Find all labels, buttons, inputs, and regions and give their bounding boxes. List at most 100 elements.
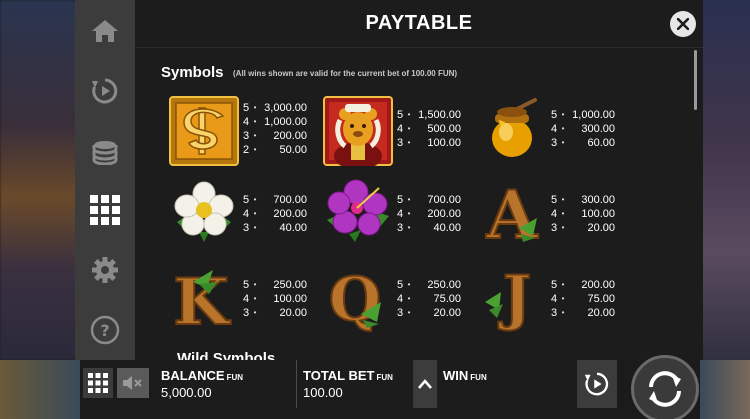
letter-j-icon: J xyxy=(485,262,532,334)
page-title: PAYTABLE xyxy=(365,12,473,34)
pay-value: 1,000.00 xyxy=(264,116,307,128)
home-icon xyxy=(92,20,118,42)
pay-row: 5 • 1,000.00 xyxy=(551,108,615,122)
pay-count: 3 xyxy=(243,130,250,142)
title-divider xyxy=(135,47,703,48)
pay-count: 3 xyxy=(243,222,250,234)
svg-text:?: ? xyxy=(100,321,109,340)
pay-row: 5 • 250.00 xyxy=(397,278,461,292)
pay-dot: • xyxy=(407,280,411,289)
paytable-honey-pot: 5 • 1,000.00 4 • 300.00 3 • 60.00 xyxy=(551,108,615,150)
balance-unit: FUN xyxy=(226,373,244,382)
total-bet-field: TOTAL BET FUN 100.00 xyxy=(297,360,413,408)
dollar-symbol-icon xyxy=(169,96,239,166)
pay-value: 40.00 xyxy=(433,222,461,234)
spin-button[interactable] xyxy=(631,355,699,419)
grid-menu-icon xyxy=(90,195,120,225)
menu-button[interactable] xyxy=(83,368,113,398)
pay-dot: • xyxy=(561,138,565,147)
grid-menu-icon xyxy=(88,373,108,393)
scrollbar-thumb[interactable] xyxy=(694,50,697,110)
settings-button[interactable] xyxy=(75,246,135,294)
pay-dot: • xyxy=(253,131,257,140)
pay-row: 3 • 40.00 xyxy=(397,221,461,235)
paytable-letter-j: 5 • 200.00 4 • 75.00 3 • 20.00 xyxy=(551,278,615,320)
sound-toggle-button[interactable] xyxy=(117,368,149,398)
pay-dot: • xyxy=(253,145,257,154)
close-icon xyxy=(677,18,689,30)
pay-dot: • xyxy=(253,223,257,232)
pay-dot: • xyxy=(407,124,411,133)
pay-count: 5 xyxy=(397,109,404,121)
pay-row: 4 • 75.00 xyxy=(551,292,615,306)
pay-dot: • xyxy=(253,195,257,204)
pay-value: 40.00 xyxy=(279,222,307,234)
pay-dot: • xyxy=(561,209,565,218)
wild-symbols-heading: Wild Symbols xyxy=(177,350,276,360)
pay-count: 5 xyxy=(243,279,250,291)
pay-value: 700.00 xyxy=(427,194,461,206)
game-background-right xyxy=(700,0,750,360)
letter-a-icon: A xyxy=(484,175,539,255)
pay-dot: • xyxy=(407,138,411,147)
pay-count: 4 xyxy=(243,208,250,220)
section-title: Symbols xyxy=(161,64,224,81)
pay-value: 100.00 xyxy=(273,293,307,305)
pay-value: 200.00 xyxy=(273,208,307,220)
home-button[interactable] xyxy=(75,7,135,55)
speaker-muted-icon xyxy=(123,376,142,390)
letter-a-glyph: A xyxy=(485,176,538,246)
paytable-button[interactable] xyxy=(75,186,135,234)
pay-dot: • xyxy=(561,124,565,133)
pay-value: 1,500.00 xyxy=(418,109,461,121)
pay-dot: • xyxy=(561,294,565,303)
bet-adjust-button[interactable] xyxy=(413,360,437,408)
pay-value: 3,000.00 xyxy=(264,102,307,114)
pay-count: 3 xyxy=(397,137,404,149)
paytable-letter-q: 5 • 250.00 4 • 75.00 3 • 20.00 xyxy=(397,278,461,320)
coins-stack-icon xyxy=(92,141,118,165)
pay-row: 2 • 50.00 xyxy=(243,143,307,157)
close-button[interactable] xyxy=(670,11,696,37)
pay-value: 50.00 xyxy=(279,144,307,156)
win-field: WIN FUN xyxy=(437,360,577,408)
pay-value: 500.00 xyxy=(427,123,461,135)
chevron-up-icon xyxy=(418,379,432,389)
autoplay-button[interactable] xyxy=(577,360,617,408)
pay-value: 250.00 xyxy=(273,279,307,291)
paytable-bear-king: 5 • 1,500.00 4 • 500.00 3 • 100.00 xyxy=(397,108,461,150)
pay-dot: • xyxy=(407,195,411,204)
pay-row: 4 • 1,000.00 xyxy=(243,115,307,129)
pay-row: 5 • 300.00 xyxy=(551,193,615,207)
letter-q-glyph: Q xyxy=(329,265,381,332)
paytable-letter-a: 5 • 300.00 4 • 100.00 3 • 20.00 xyxy=(551,193,615,235)
symbol-dollar xyxy=(169,96,239,166)
help-button[interactable]: ? xyxy=(75,306,135,354)
pay-count: 5 xyxy=(397,194,404,206)
balance-field: BALANCE FUN 5,000.00 xyxy=(155,360,295,408)
pay-row: 3 • 100.00 xyxy=(397,136,461,150)
pay-dot: • xyxy=(407,308,411,317)
pay-row: 3 • 200.00 xyxy=(243,129,307,143)
pay-value: 75.00 xyxy=(433,293,461,305)
pay-row: 4 • 200.00 xyxy=(397,207,461,221)
pay-count: 5 xyxy=(397,279,404,291)
pay-dot: • xyxy=(561,308,565,317)
win-label: WIN FUN xyxy=(443,368,577,383)
white-flower-icon xyxy=(174,181,234,242)
autoplay-icon xyxy=(584,372,609,396)
pay-count: 3 xyxy=(243,307,250,319)
pay-value: 200.00 xyxy=(427,208,461,220)
pay-count: 4 xyxy=(397,293,404,305)
paytable-letter-k: 5 • 250.00 4 • 100.00 3 • 20.00 xyxy=(243,278,307,320)
pay-count: 3 xyxy=(397,222,404,234)
pay-count: 3 xyxy=(551,137,558,149)
pay-row: 3 • 20.00 xyxy=(551,306,615,320)
bet-settings-button[interactable] xyxy=(75,127,135,175)
game-background-bottom-right xyxy=(700,360,750,419)
pay-row: 5 • 3,000.00 xyxy=(243,101,307,115)
pay-row: 4 • 100.00 xyxy=(551,207,615,221)
autoplay-side-button[interactable] xyxy=(75,67,135,115)
pay-value: 20.00 xyxy=(587,307,615,319)
section-note: (All wins shown are valid for the curren… xyxy=(233,69,458,78)
